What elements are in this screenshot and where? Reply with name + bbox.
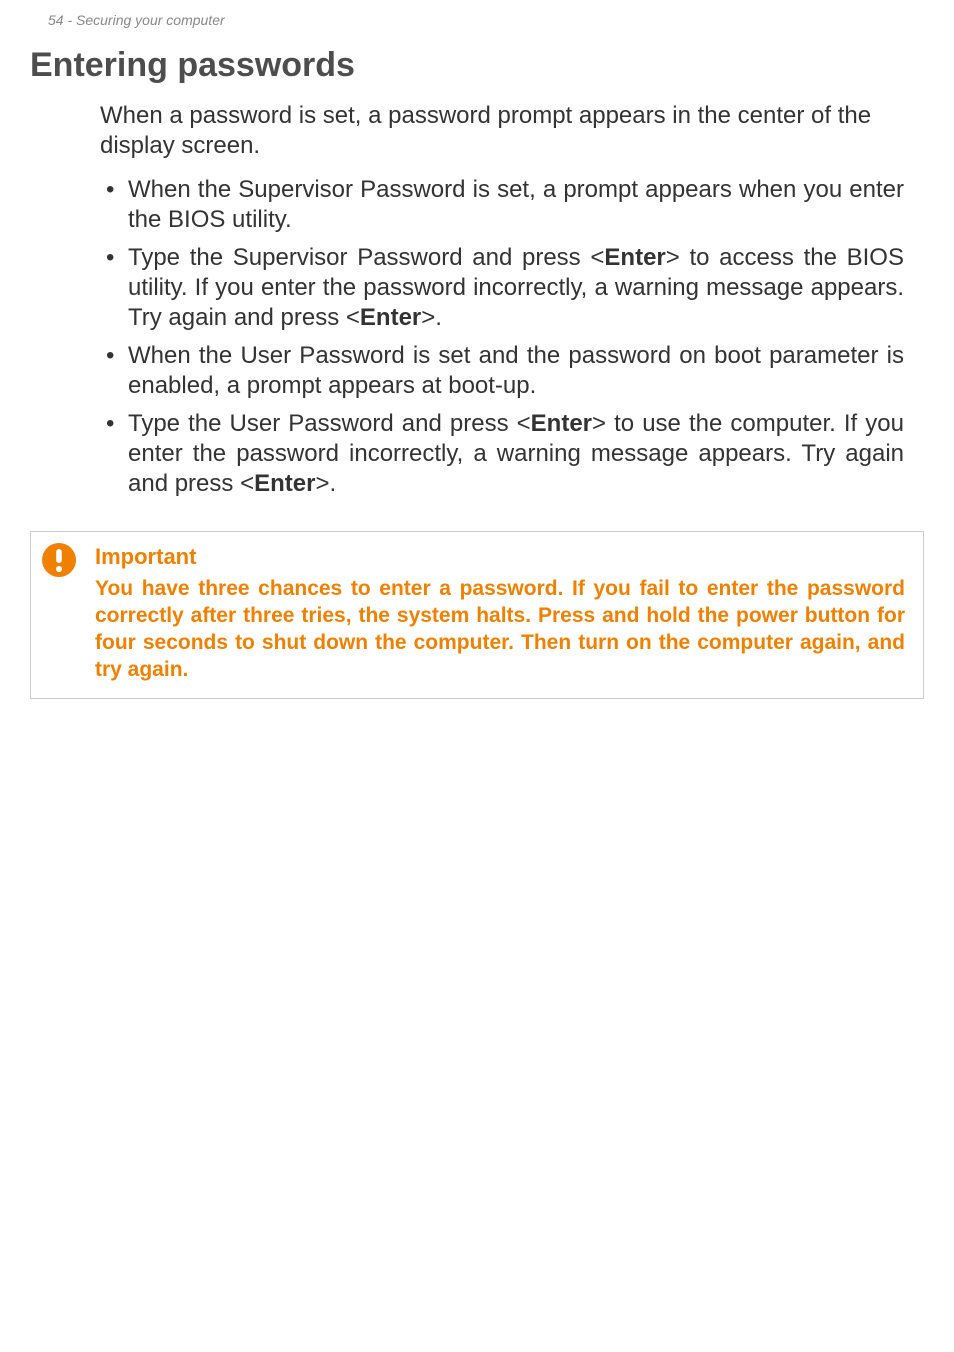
list-item: When the User Password is set and the pa… <box>100 341 904 401</box>
enter-key: Enter <box>254 470 315 497</box>
enter-key: Enter <box>531 410 592 437</box>
callout-title: Important <box>49 544 905 570</box>
list-item: Type the Supervisor Password and press <… <box>100 243 904 333</box>
document-page: 54 - Securing your computer Entering pas… <box>0 0 954 1352</box>
exclamation-icon <box>41 542 77 578</box>
page-header: 54 - Securing your computer <box>0 0 954 28</box>
list-item-text: Type the Supervisor Password and press < <box>128 244 604 271</box>
enter-key: Enter <box>360 304 421 331</box>
list-item: When the Supervisor Password is set, a p… <box>100 175 904 235</box>
list-item-text: Type the User Password and press < <box>128 410 531 437</box>
section-heading: Entering passwords <box>0 28 954 101</box>
callout-body: You have three chances to enter a passwo… <box>49 576 905 684</box>
list-item-text: >. <box>421 304 442 331</box>
important-callout: Important You have three chances to ente… <box>30 531 924 699</box>
list-item-text: When the Supervisor Password is set, a p… <box>128 176 904 233</box>
list-item-text: When the User Password is set and the pa… <box>128 342 904 399</box>
bullet-list: When the Supervisor Password is set, a p… <box>0 175 954 521</box>
header-text: 54 - Securing your computer <box>48 12 225 28</box>
intro-paragraph: When a password is set, a password promp… <box>0 101 954 175</box>
enter-key: Enter <box>604 244 665 271</box>
list-item: Type the User Password and press <Enter>… <box>100 409 904 499</box>
list-item-text: >. <box>315 470 336 497</box>
